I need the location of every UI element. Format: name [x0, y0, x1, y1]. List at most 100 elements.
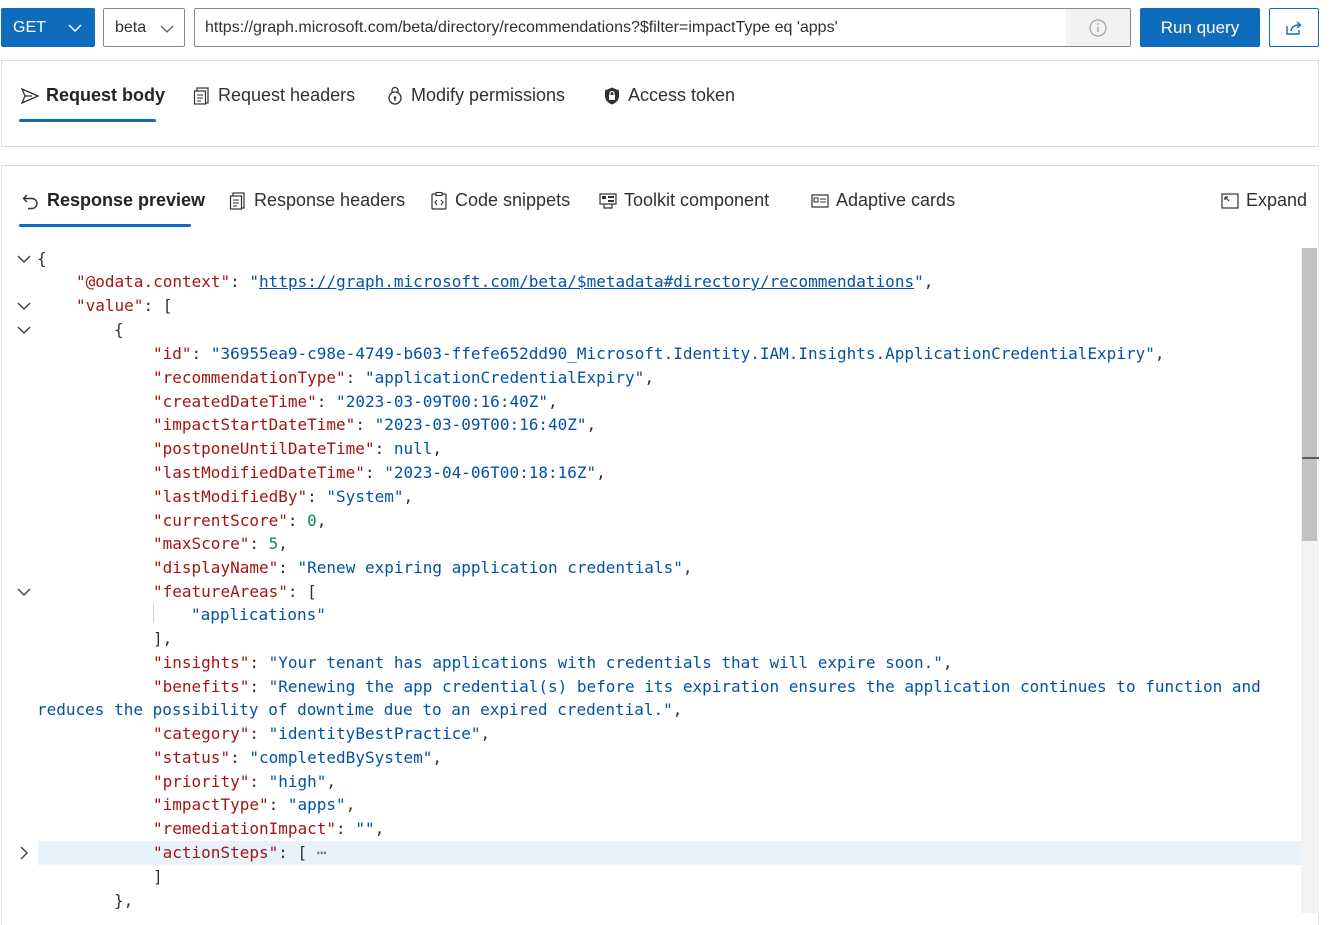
info-icon — [1089, 18, 1107, 37]
expand-label: Expand — [1246, 190, 1308, 210]
json-literal: null — [393, 439, 433, 459]
tab-label: Adaptive cards — [836, 190, 956, 210]
tab-label: Request headers — [218, 85, 356, 105]
shield-lock-icon — [605, 87, 619, 104]
code-clipboard-icon — [431, 191, 447, 210]
card-icon — [811, 193, 829, 208]
json-key: displayName — [162, 558, 269, 578]
odata-context-link[interactable]: https://graph.microsoft.com/beta/$metada… — [259, 272, 914, 291]
json-string: Your tenant has applications with creden… — [278, 653, 934, 672]
json-line: "featureAreas": [ — [153, 582, 317, 601]
json-key: maxScore — [162, 534, 240, 554]
chevron-down-icon[interactable] — [16, 584, 32, 600]
json-string: Renewing the app credential(s) before it… — [278, 677, 1261, 696]
json-line: "benefits": "Renewing the app credential… — [153, 677, 1261, 696]
json-line: ], — [153, 629, 173, 648]
json-string: identityBestPractice — [278, 724, 471, 743]
json-line: "@odata.context": "https://graph.microso… — [76, 272, 934, 291]
chevron-down-icon[interactable] — [16, 298, 32, 314]
tab-label: Toolkit component — [624, 190, 770, 210]
response-json-editor[interactable]: { "@odata.context": "https://graph.micro… — [0, 245, 1317, 913]
send-icon — [20, 87, 40, 104]
json-key: postponeUntilDateTime — [162, 439, 365, 459]
share-button[interactable] — [1269, 8, 1319, 47]
run-query-button[interactable]: Run query — [1140, 8, 1260, 47]
json-key: actionSteps — [162, 843, 269, 862]
scrollbar-position-marker — [1302, 457, 1319, 459]
json-key: insights — [162, 653, 240, 672]
json-line: reduces the possibility of downtime due … — [37, 700, 683, 719]
tab-label: Access token — [628, 85, 736, 105]
json-line: "displayName": "Renew expiring applicati… — [153, 558, 693, 578]
tab-response-preview[interactable]: Response preview — [21, 190, 205, 211]
tab-request-headers[interactable]: Request headers — [192, 85, 355, 106]
tab-code-snippets[interactable]: Code snippets — [429, 190, 570, 211]
ellipsis-icon[interactable]: ⋯ — [317, 843, 327, 862]
json-line: "createdDateTime": "2023-03-09T00:16:40Z… — [153, 391, 558, 411]
tab-label: Response headers — [254, 190, 406, 210]
query-bar: GET beta https://graph.microsoft.com/bet… — [0, 0, 1339, 58]
json-line: { — [37, 249, 47, 268]
permission-lock-icon — [388, 86, 402, 105]
json-line: "value": [ — [76, 296, 173, 315]
url-input[interactable]: https://graph.microsoft.com/beta/directo… — [194, 8, 1131, 47]
json-line: "insights": "Your tenant has application… — [153, 653, 953, 672]
api-version-dropdown[interactable]: beta — [103, 8, 185, 47]
json-line: "status": "completedBySystem", — [153, 747, 443, 767]
json-key: recommendationType — [162, 367, 337, 387]
chevron-down-icon[interactable] — [16, 322, 32, 338]
json-line: "lastModifiedBy": "System", — [153, 486, 414, 506]
tab-toolkit-component[interactable]: Toolkit component — [598, 190, 769, 211]
json-key: @odata.context — [85, 272, 221, 291]
json-string: 2023-03-09T00:16:40Z — [345, 391, 539, 411]
chevron-down-icon — [68, 24, 82, 33]
json-line: }, — [114, 891, 134, 910]
tab-label: Request body — [46, 85, 166, 105]
json-line: "postponeUntilDateTime": null, — [153, 439, 443, 459]
info-button[interactable] — [1066, 9, 1130, 46]
json-line: "recommendationType": "applicationCreden… — [153, 367, 654, 387]
json-string: 2023-03-09T00:16:40Z — [384, 415, 577, 435]
json-key: currentScore — [162, 510, 279, 530]
toolkit-icon — [599, 192, 617, 209]
api-version-label: beta — [115, 18, 147, 36]
json-line: "applications" — [191, 605, 326, 624]
selected-tab-indicator — [19, 119, 156, 122]
chevron-down-icon — [160, 25, 174, 33]
json-key: featureAreas — [162, 582, 279, 601]
tab-response-headers[interactable]: Response headers — [228, 190, 405, 211]
json-key: status — [162, 747, 221, 767]
json-line: "impactStartDateTime": "2023-03-09T00:16… — [153, 415, 597, 435]
json-line: "currentScore": 0, — [153, 510, 327, 530]
tab-adaptive-cards[interactable]: Adaptive cards — [810, 190, 955, 211]
expand-button[interactable]: Expand — [1220, 190, 1307, 211]
json-string: reduces the possibility of downtime due … — [37, 700, 664, 719]
json-string: 36955ea9-c98e-4749-b603-ffefe652dd90_Mic… — [220, 344, 1146, 363]
document-header-icon — [229, 191, 245, 210]
indent-guide — [153, 603, 154, 623]
json-line: { — [114, 320, 124, 339]
tab-access-token[interactable]: Access token — [602, 85, 735, 106]
json-line: "category": "identityBestPractice", — [153, 724, 491, 743]
json-string: applicationCredentialExpiry — [374, 367, 635, 387]
tab-request-body[interactable]: Request body — [20, 85, 165, 106]
tab-modify-permissions[interactable]: Modify permissions — [385, 85, 565, 106]
json-line: "impactType": "apps", — [153, 795, 356, 815]
chevron-right-icon[interactable] — [16, 845, 32, 861]
http-method-label: GET — [13, 18, 46, 36]
json-string: apps — [297, 795, 337, 815]
json-string: Renew expiring application credentials — [307, 558, 674, 578]
json-line: "id": "36955ea9-c98e-4749-b603-ffefe652d… — [153, 344, 1165, 363]
json-line: ] — [153, 867, 163, 886]
json-line: "remediationImpact": "", — [153, 819, 385, 839]
share-icon — [1286, 20, 1302, 35]
http-method-dropdown[interactable]: GET — [1, 8, 95, 47]
json-key: priority — [162, 771, 240, 791]
scrollbar-thumb[interactable] — [1302, 248, 1317, 541]
json-number: 0 — [307, 510, 317, 530]
json-string: high — [278, 771, 317, 791]
json-key: createdDateTime — [162, 391, 308, 411]
json-string: System — [336, 486, 394, 506]
json-string: 2023-04-06T00:18:16Z — [393, 463, 587, 482]
chevron-down-icon[interactable] — [16, 251, 32, 267]
